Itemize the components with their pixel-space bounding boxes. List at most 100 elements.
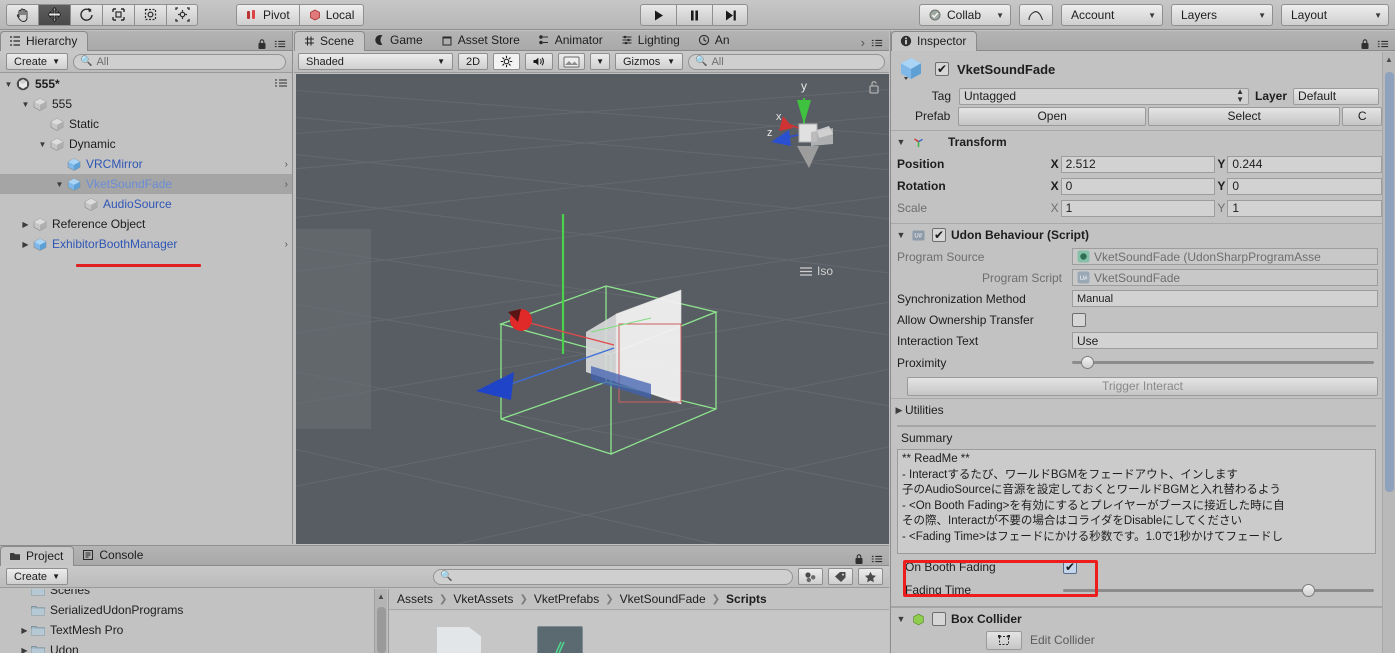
filter-by-type-button[interactable] bbox=[798, 568, 823, 585]
chevron-right-icon[interactable]: › bbox=[279, 179, 288, 190]
prefab-select-button[interactable]: Select bbox=[1147, 106, 1341, 126]
gizmos-dropdown[interactable]: Gizmos ▼ bbox=[614, 53, 683, 70]
tab-project[interactable]: Project bbox=[0, 546, 75, 566]
panel-menu-icon[interactable] bbox=[274, 38, 286, 50]
hierarchy-row[interactable]: ▶Static bbox=[0, 114, 292, 134]
chevron-right-icon[interactable]: ▶ bbox=[19, 220, 32, 229]
scene-search-input[interactable]: 🔍 All bbox=[687, 53, 885, 70]
hierarchy-search-input[interactable]: 🔍 All bbox=[73, 53, 286, 70]
breadcrumb-item[interactable]: VketSoundFade bbox=[620, 592, 706, 606]
layers-dropdown[interactable]: Layers ▼ bbox=[1171, 4, 1273, 26]
panel-menu-icon[interactable] bbox=[1377, 38, 1389, 50]
prefab-open-button[interactable]: Open bbox=[958, 106, 1146, 126]
chevron-down-icon[interactable]: ▼ bbox=[895, 230, 907, 240]
project-tree-row[interactable]: ▶ Udon bbox=[0, 640, 388, 653]
program-script-field[interactable]: U# VketSoundFade bbox=[1072, 269, 1378, 286]
tag-dropdown[interactable]: Untagged ▲ ▼ bbox=[959, 87, 1249, 105]
udon-component-header[interactable]: ▼ U# Udon Behaviour (Script) bbox=[891, 224, 1382, 246]
tab-animator[interactable]: Animator bbox=[530, 30, 613, 50]
account-dropdown[interactable]: Account ▼ bbox=[1061, 4, 1163, 26]
scene-lock-icon[interactable] bbox=[867, 79, 881, 95]
scroll-up-icon[interactable]: ▲ bbox=[1385, 55, 1393, 64]
scrollbar-thumb[interactable] bbox=[377, 607, 386, 653]
hierarchy-tree[interactable]: ▼ 555* ▼555▶Static▼Dynamic▶VRCMirror›▼Vk… bbox=[0, 74, 292, 544]
hierarchy-create-button[interactable]: Create ▼ bbox=[6, 53, 68, 70]
tab-game[interactable]: Game bbox=[365, 30, 433, 50]
tab-lighting[interactable]: Lighting bbox=[613, 30, 690, 50]
transform-y-input[interactable]: 0.244 bbox=[1227, 155, 1383, 173]
hierarchy-scene-root[interactable]: ▼ 555* bbox=[0, 74, 292, 94]
chevron-down-icon[interactable]: ▼ bbox=[19, 100, 32, 109]
project-tree-row[interactable]: ▶Scenes bbox=[0, 589, 388, 600]
chevron-right-icon[interactable]: ▶ bbox=[18, 626, 31, 635]
transform-tool-button[interactable] bbox=[166, 3, 198, 26]
hierarchy-row[interactable]: ▶ Reference Object bbox=[0, 214, 292, 234]
trigger-interact-button[interactable]: Trigger Interact bbox=[907, 376, 1378, 396]
transform-x-input[interactable]: 2.512 bbox=[1060, 155, 1216, 173]
collab-dropdown[interactable]: Collab ▼ bbox=[919, 4, 1011, 26]
project-tree-scrollbar[interactable]: ▲ bbox=[374, 589, 387, 653]
pause-button[interactable] bbox=[676, 4, 712, 26]
lock-icon[interactable] bbox=[853, 553, 865, 565]
transform-x-input[interactable]: 1 bbox=[1060, 199, 1216, 217]
udon-enabled-checkbox[interactable] bbox=[932, 228, 946, 242]
breadcrumb-item[interactable]: Assets bbox=[397, 592, 433, 606]
project-tree-row[interactable]: ▶ TextMesh Pro bbox=[0, 620, 388, 640]
inspector-scrollbar[interactable]: ▲ bbox=[1382, 52, 1395, 653]
interaction-text-input[interactable]: Use bbox=[1072, 332, 1378, 349]
rotate-tool-button[interactable] bbox=[70, 3, 102, 26]
sync-dropdown[interactable]: Manual bbox=[1072, 290, 1378, 307]
ownership-checkbox[interactable] bbox=[1072, 312, 1086, 327]
filter-by-label-button[interactable] bbox=[828, 568, 853, 585]
prefab-revert-button[interactable]: C bbox=[1342, 106, 1382, 126]
fading-time-slider[interactable] bbox=[1063, 583, 1374, 597]
chevron-right-icon[interactable]: ▶ bbox=[18, 646, 31, 653]
step-button[interactable] bbox=[712, 4, 748, 26]
hierarchy-row[interactable]: ▼ 555 bbox=[0, 94, 292, 114]
shading-mode-dropdown[interactable]: Shaded ▼ bbox=[298, 53, 453, 70]
transform-y-input[interactable]: 1 bbox=[1227, 199, 1383, 217]
move-tool-button[interactable] bbox=[38, 3, 70, 26]
project-create-button[interactable]: Create ▼ bbox=[6, 568, 68, 585]
project-search-input[interactable]: 🔍 bbox=[433, 568, 793, 585]
edit-collider-button[interactable] bbox=[986, 630, 1022, 650]
program-source-field[interactable]: VketSoundFade (UdonSharpProgramAsse bbox=[1072, 248, 1378, 265]
scene-fx-toggle[interactable] bbox=[558, 53, 586, 70]
local-toggle-button[interactable]: Local bbox=[298, 3, 365, 26]
panel-menu-icon[interactable] bbox=[871, 553, 883, 565]
layer-dropdown[interactable]: Default bbox=[1293, 87, 1380, 105]
chevron-right-icon[interactable]: › bbox=[279, 239, 288, 250]
scroll-up-icon[interactable]: ▲ bbox=[377, 592, 385, 601]
tab-scene[interactable]: Scene bbox=[294, 31, 366, 51]
breadcrumb-item[interactable]: Scripts bbox=[726, 592, 767, 606]
asset-item-script[interactable] bbox=[537, 626, 583, 653]
breadcrumb-item[interactable]: VketAssets bbox=[453, 592, 513, 606]
scale-tool-button[interactable] bbox=[102, 3, 134, 26]
tab-console[interactable]: Console bbox=[74, 545, 153, 565]
proximity-slider[interactable] bbox=[1072, 356, 1374, 369]
toggle-2d-button[interactable]: 2D bbox=[458, 53, 489, 70]
panel-menu-icon[interactable] bbox=[871, 37, 883, 49]
lock-icon[interactable] bbox=[1359, 38, 1371, 50]
scene-orientation-gizmo[interactable]: y x z bbox=[749, 76, 859, 191]
gameobject-enabled-checkbox[interactable] bbox=[935, 62, 949, 76]
chevron-right-icon[interactable]: ▶ bbox=[893, 405, 905, 416]
play-button[interactable] bbox=[640, 4, 676, 26]
transform-component-header[interactable]: ▼ Transform bbox=[891, 131, 1382, 153]
layout-dropdown[interactable]: Layout ▼ bbox=[1281, 4, 1389, 26]
transform-x-input[interactable]: 0 bbox=[1060, 177, 1216, 195]
tab-hierarchy[interactable]: Hierarchy bbox=[0, 31, 89, 51]
project-folder-tree[interactable]: ▶Scenes▶SerializedUdonPrograms▶TextMesh … bbox=[0, 589, 389, 653]
chevron-down-icon[interactable]: ▼ bbox=[36, 140, 49, 149]
box-collider-enabled-checkbox[interactable] bbox=[932, 612, 946, 626]
hierarchy-row[interactable]: ▶VRCMirror› bbox=[0, 154, 292, 174]
chevron-right-icon[interactable]: › bbox=[279, 159, 288, 170]
project-tree-row[interactable]: ▶SerializedUdonPrograms bbox=[0, 600, 388, 620]
transform-y-input[interactable]: 0 bbox=[1227, 177, 1383, 195]
asset-item-file[interactable] bbox=[437, 627, 481, 653]
more-tabs-icon[interactable]: › bbox=[861, 35, 865, 50]
scene-viewport[interactable]: y x z Iso bbox=[296, 74, 889, 544]
breadcrumb[interactable]: Assets ❯ VketAssets ❯ VketPrefabs ❯ VketSoundF… bbox=[389, 589, 889, 610]
hierarchy-row[interactable]: ▶ ExhibitorBoothManager › bbox=[0, 234, 292, 254]
project-row-list[interactable]: ▶Scenes▶SerializedUdonPrograms▶TextMesh … bbox=[0, 589, 388, 653]
